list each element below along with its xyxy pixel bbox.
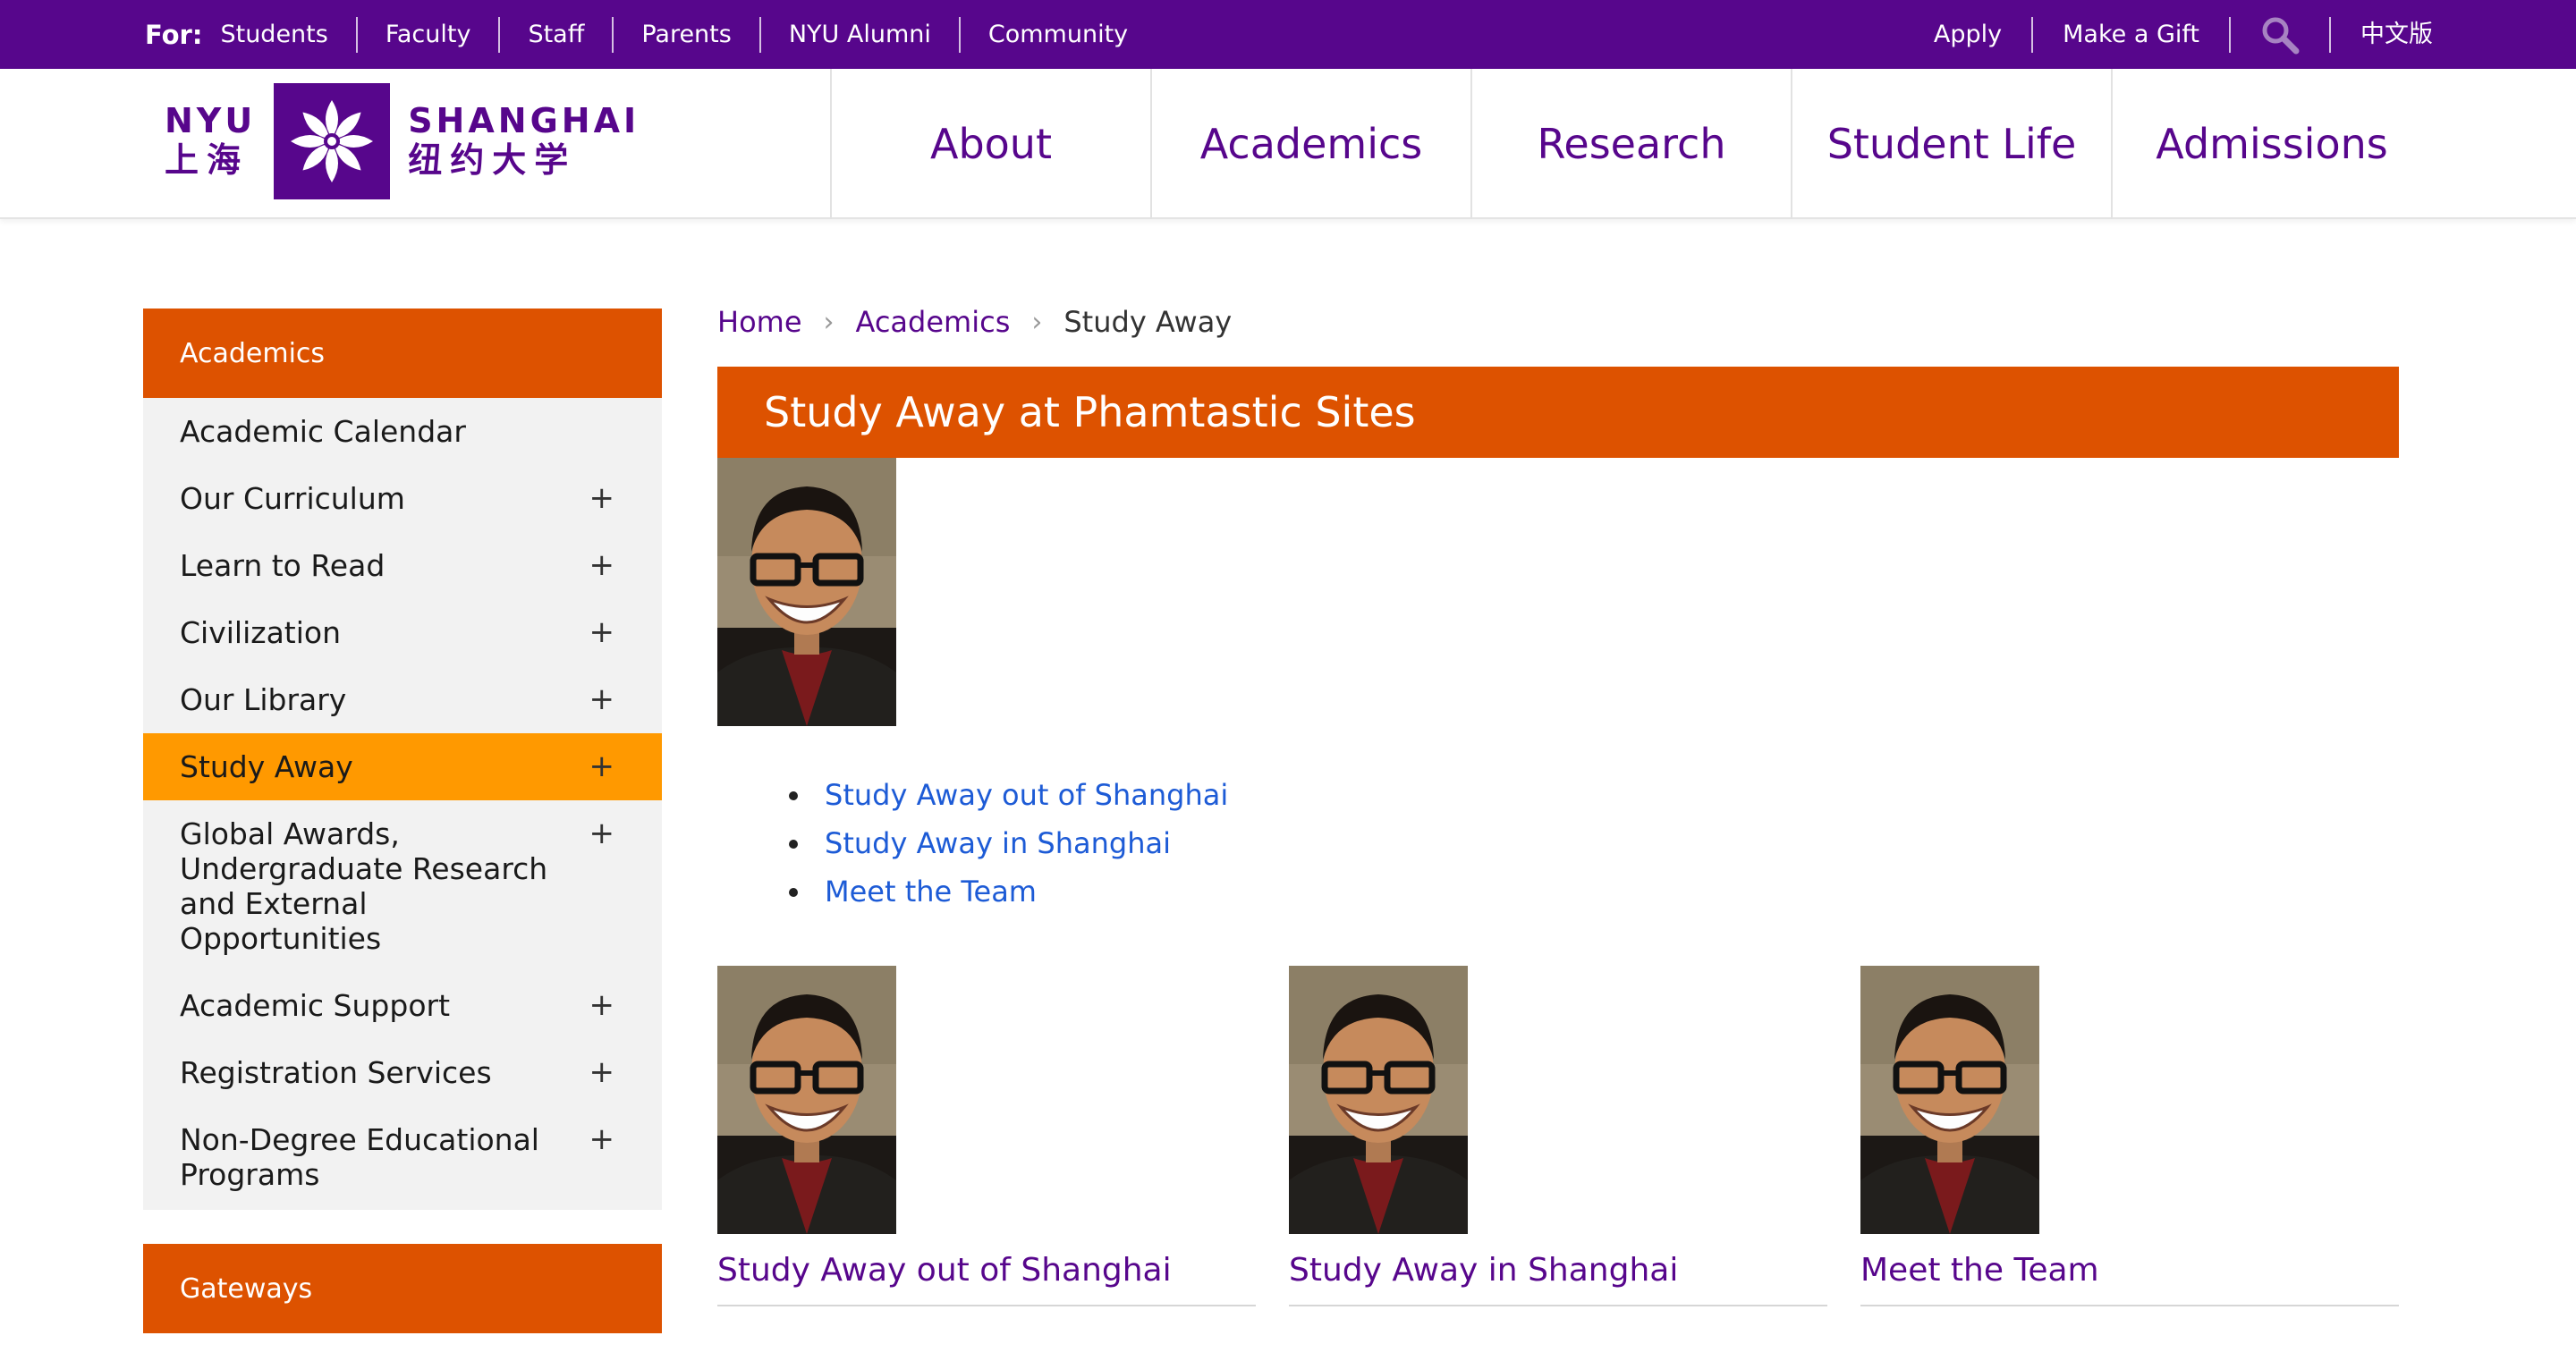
expand-icon[interactable]: + <box>589 615 615 650</box>
sidebar-item-learn-to-read[interactable]: Learn to Read + <box>143 532 662 599</box>
logo-nyu-zh-text: 纽约大学 <box>408 140 577 180</box>
expand-icon[interactable]: + <box>589 682 615 717</box>
make-a-gift-link[interactable]: Make a Gift <box>2031 16 2229 53</box>
sidebar-item-label: Academic Calendar <box>180 414 466 449</box>
portrait-photo <box>717 458 896 726</box>
chevron-right-icon: › <box>1031 306 1043 338</box>
breadcrumb-home[interactable]: Home <box>717 305 802 339</box>
sidebar-item-label: Study Away <box>180 749 353 784</box>
card-title[interactable]: Study Away in Shanghai <box>1289 1252 1827 1306</box>
card-title[interactable]: Study Away out of Shanghai <box>717 1252 1256 1306</box>
logo-nyu-text: NYU <box>165 101 257 141</box>
utility-actions: Apply Make a Gift 中文版 <box>1934 0 2433 69</box>
nav-academics[interactable]: Academics <box>1150 69 1470 219</box>
sidebar-heading-academics[interactable]: Academics <box>143 309 662 398</box>
for-label: For: <box>145 19 203 50</box>
study-away-link-list: Study Away out of Shanghai Study Away in… <box>789 771 2399 916</box>
breadcrumb: Home › Academics › Study Away <box>717 295 2399 349</box>
logo-shanghai-text: SHANGHAI <box>408 101 640 141</box>
search-icon <box>2262 17 2300 54</box>
sidebar-item-academic-support[interactable]: Academic Support + <box>143 972 662 1039</box>
sidebar-item-label: Our Library <box>180 682 347 717</box>
sidebar-item-label: Non-Degree Educational Programs <box>180 1122 539 1192</box>
util-link-students[interactable]: Students <box>220 17 355 53</box>
main-nav: About Academics Research Student Life Ad… <box>830 69 2431 219</box>
card-title[interactable]: Meet the Team <box>1860 1252 2399 1306</box>
sidebar-item-study-away[interactable]: Study Away + <box>143 733 662 800</box>
link-meet-the-team[interactable]: Meet the Team <box>825 875 1037 909</box>
utility-bar: For: Students Faculty Staff Parents NYU … <box>0 0 2576 69</box>
card-photo[interactable] <box>1860 966 2039 1234</box>
sidebar-item-label: Global Awards, Undergraduate Research an… <box>180 816 548 956</box>
chevron-right-icon: › <box>823 306 835 338</box>
expand-icon[interactable]: + <box>589 816 615 851</box>
logo-right-text: SHANGHAI 纽约大学 <box>408 102 640 180</box>
expand-icon[interactable]: + <box>589 1122 615 1157</box>
sidebar-item-non-degree-programs[interactable]: Non-Degree Educational Programs + <box>143 1106 662 1208</box>
expand-icon[interactable]: + <box>589 481 615 516</box>
sidebar-item-academic-calendar[interactable]: Academic Calendar <box>143 398 662 465</box>
sidebar-item-label: Learn to Read <box>180 548 386 583</box>
expand-icon[interactable]: + <box>589 1055 615 1090</box>
list-item: Meet the Team <box>789 867 2399 916</box>
nyu-shanghai-logo[interactable]: NYU 上海 SHANGHAI 纽约大学 <box>165 83 640 199</box>
util-link-parents[interactable]: Parents <box>612 16 759 53</box>
breadcrumb-academics[interactable]: Academics <box>856 305 1011 339</box>
sidebar-item-label: Our Curriculum <box>180 481 405 516</box>
sidebar-item-label: Civilization <box>180 615 342 650</box>
nyu-torch-icon <box>274 83 391 199</box>
link-study-away-in[interactable]: Study Away in Shanghai <box>825 826 1171 860</box>
logo-left-text: NYU 上海 <box>165 102 256 180</box>
breadcrumb-current: Study Away <box>1063 305 1233 339</box>
main-content: Home › Academics › Study Away Study Away… <box>717 295 2399 1306</box>
sidebar-item-our-curriculum[interactable]: Our Curriculum + <box>143 465 662 532</box>
list-item: Study Away in Shanghai <box>789 819 2399 867</box>
list-item: Study Away out of Shanghai <box>789 771 2399 819</box>
sidebar-item-civilization[interactable]: Civilization + <box>143 599 662 666</box>
sidebar-item-our-library[interactable]: Our Library + <box>143 666 662 733</box>
card-photo[interactable] <box>1289 966 1468 1234</box>
util-link-staff[interactable]: Staff <box>498 16 612 53</box>
section-sidebar: Academics Academic Calendar Our Curricul… <box>143 309 662 1333</box>
sidebar-item-label: Academic Support <box>180 988 451 1023</box>
sidebar-item-label: Registration Services <box>180 1055 492 1090</box>
expand-icon[interactable]: + <box>589 749 615 784</box>
util-link-faculty[interactable]: Faculty <box>355 16 499 53</box>
expand-icon[interactable]: + <box>589 548 615 583</box>
card-photo[interactable] <box>717 966 896 1234</box>
link-study-away-out[interactable]: Study Away out of Shanghai <box>825 778 1228 812</box>
nav-about[interactable]: About <box>830 69 1150 219</box>
card-study-away-out[interactable]: Study Away out of Shanghai <box>717 966 1256 1306</box>
util-link-community[interactable]: Community <box>958 16 1156 53</box>
nav-student-life[interactable]: Student Life <box>1791 69 2111 219</box>
card-meet-the-team[interactable]: Meet the Team <box>1860 966 2399 1306</box>
sidebar-menu: Academic Calendar Our Curriculum + Learn… <box>143 398 662 1210</box>
chinese-version-link[interactable]: 中文版 <box>2329 16 2433 53</box>
card-study-away-in[interactable]: Study Away in Shanghai <box>1289 966 1827 1306</box>
nav-admissions[interactable]: Admissions <box>2111 69 2431 219</box>
sidebar-item-registration-services[interactable]: Registration Services + <box>143 1039 662 1106</box>
audience-links: For: Students Faculty Staff Parents NYU … <box>145 0 1156 69</box>
nav-research[interactable]: Research <box>1470 69 1791 219</box>
apply-link[interactable]: Apply <box>1934 17 2031 53</box>
search-button[interactable] <box>2229 16 2329 54</box>
feature-cards: Study Away out of Shanghai Study Away in… <box>717 966 2399 1306</box>
site-header: NYU 上海 SHANGHAI 纽约大学 About Academics Res… <box>0 69 2576 219</box>
expand-icon[interactable]: + <box>589 988 615 1023</box>
page-title: Study Away at Phamtastic Sites <box>717 367 2399 458</box>
logo-shanghai-zh-text: 上海 <box>165 140 250 180</box>
sidebar-item-global-awards[interactable]: Global Awards, Undergraduate Research an… <box>143 800 662 972</box>
sidebar-heading-gateways[interactable]: Gateways <box>143 1244 662 1333</box>
util-link-alumni[interactable]: NYU Alumni <box>758 16 959 53</box>
